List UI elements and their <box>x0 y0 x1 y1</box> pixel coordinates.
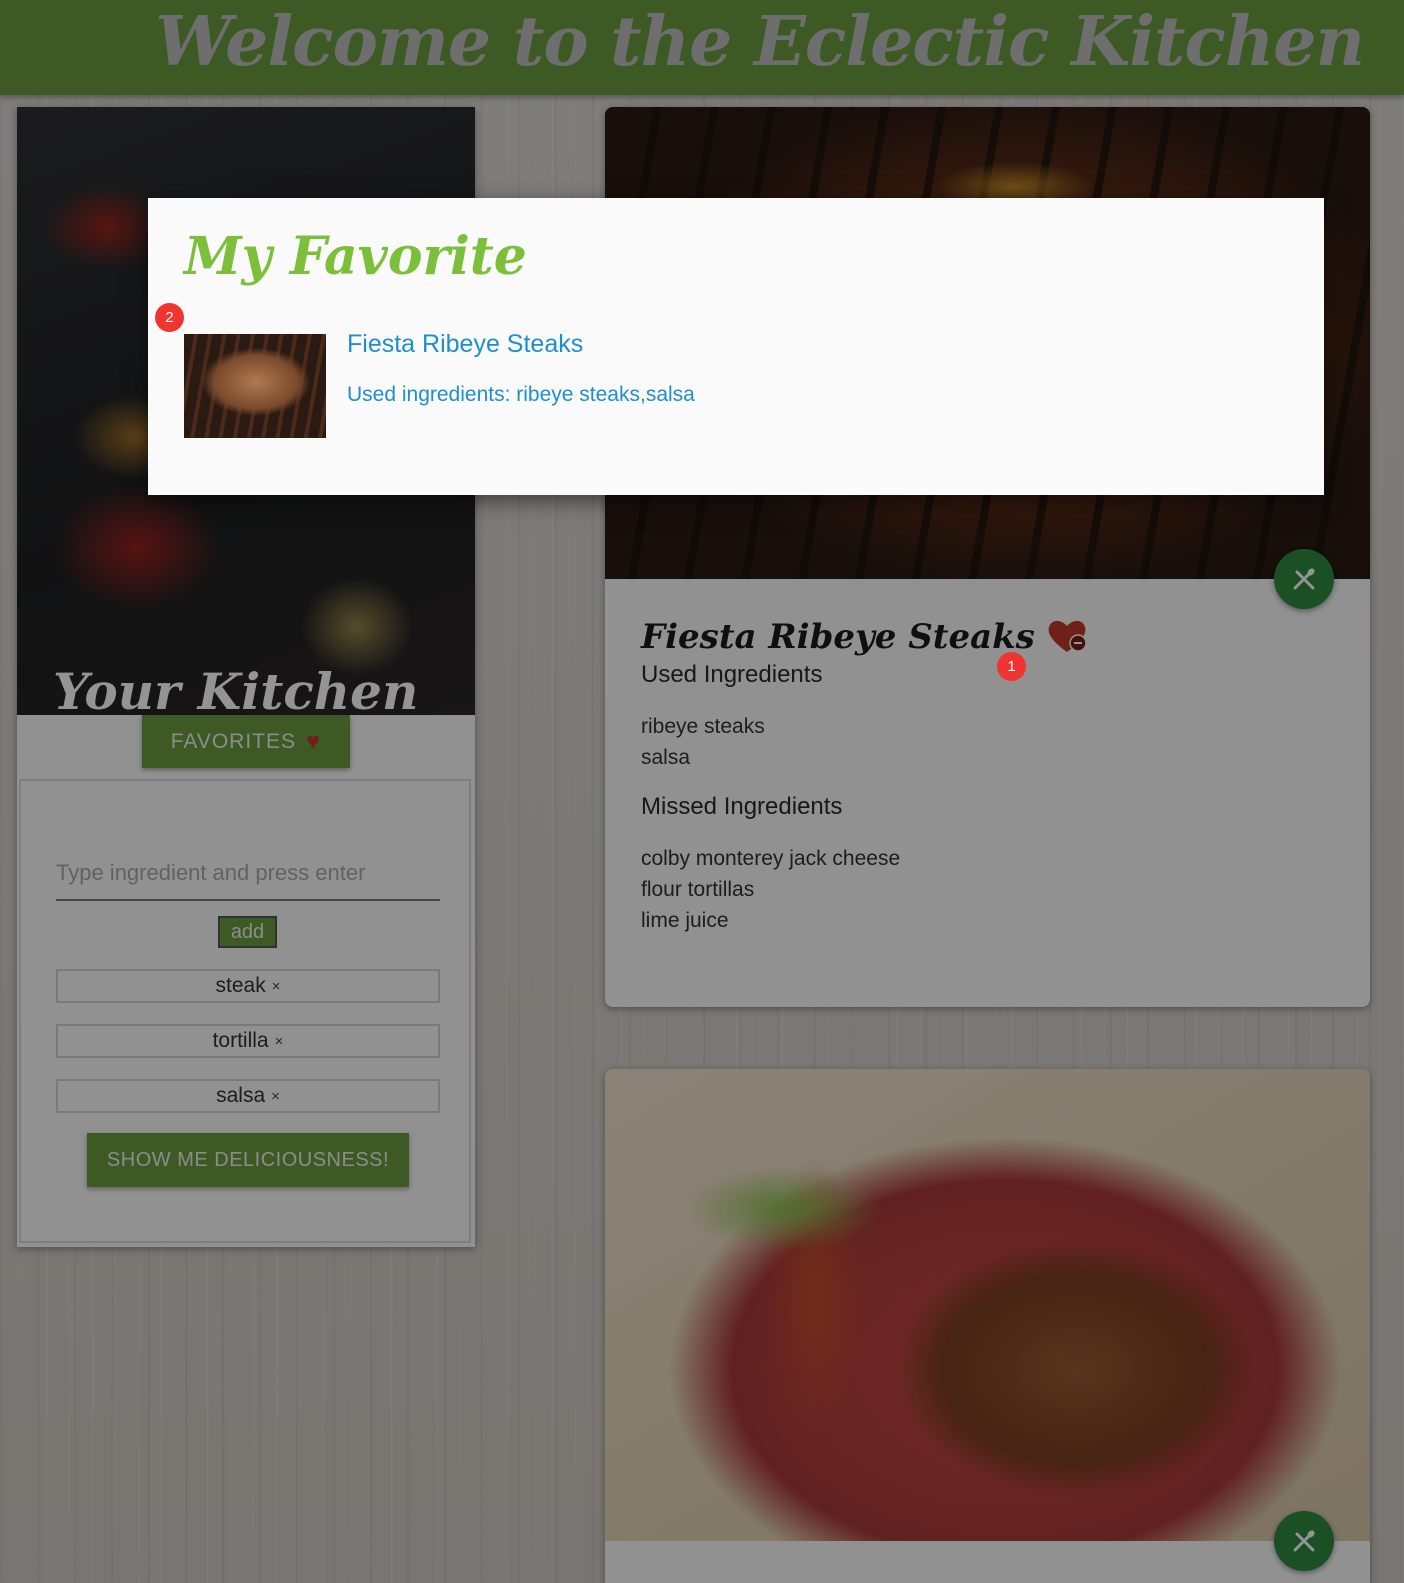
favorites-modal: My Favorite Fiesta Ribeye Steaks Used in… <box>148 198 1324 495</box>
favorite-used-ingredients: Used ingredients: ribeye steaks,salsa <box>347 383 695 406</box>
annotation-badge: 1 <box>997 652 1026 681</box>
modal-title: My Favorite <box>184 226 527 287</box>
annotation-badge: 2 <box>155 303 184 332</box>
favorite-recipe-link[interactable]: Fiesta Ribeye Steaks <box>347 330 583 359</box>
favorite-thumbnail[interactable] <box>184 334 326 438</box>
